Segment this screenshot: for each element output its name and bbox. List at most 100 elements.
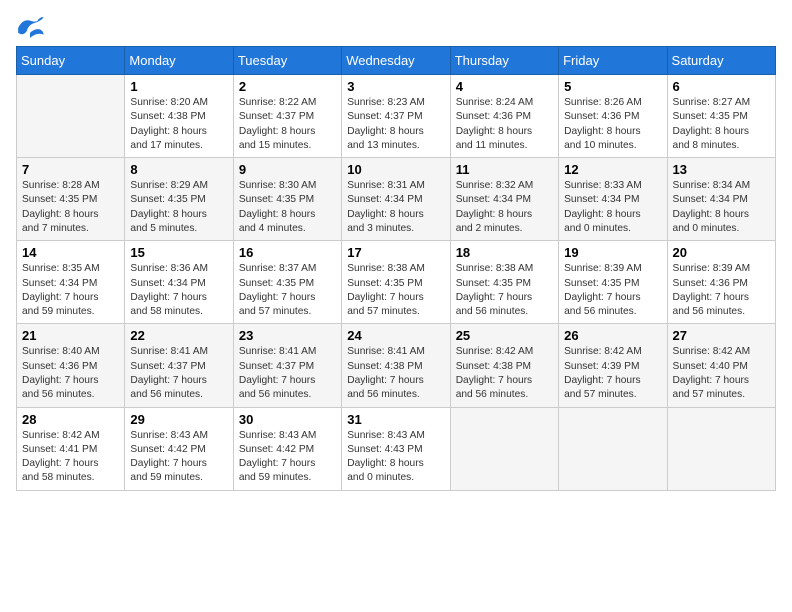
calendar-cell: 1Sunrise: 8:20 AMSunset: 4:38 PMDaylight… <box>125 75 233 158</box>
calendar-cell <box>559 407 667 490</box>
day-number: 3 <box>347 79 444 94</box>
calendar-table: SundayMondayTuesdayWednesdayThursdayFrid… <box>16 46 776 491</box>
day-info: Sunrise: 8:42 AMSunset: 4:40 PMDaylight:… <box>673 345 770 402</box>
day-number: 24 <box>347 328 444 343</box>
day-number: 29 <box>130 412 227 427</box>
calendar-cell: 18 Sunrise: 8:38 AMSunset: 4:35 PMDayligh… <box>450 241 558 324</box>
day-info: Sunrise: 8:29 AMSunset: 4:35 PMDaylight:… <box>130 179 227 236</box>
day-number: 7 <box>22 162 119 177</box>
day-of-week-header: Tuesday <box>233 47 341 75</box>
calendar-cell: 31Sunrise: 8:43 AMSunset: 4:43 PMDayligh… <box>342 407 450 490</box>
day-number: 8 <box>130 162 227 177</box>
calendar-cell: 23 Sunrise: 8:41 AMSunset: 4:37 PMDayligh… <box>233 324 341 407</box>
day-info: Sunrise: 8:38 AMSunset: 4:35 PMDaylight:… <box>456 262 553 319</box>
calendar-cell: 13 Sunrise: 8:34 AMSunset: 4:34 PMDayligh… <box>667 158 775 241</box>
calendar-cell: 28 Sunrise: 8:42 AMSunset: 4:41 PMDayligh… <box>17 407 125 490</box>
day-info: Sunrise: 8:24 AMSunset: 4:36 PMDaylight:… <box>456 96 553 153</box>
day-number: 19 <box>564 245 661 260</box>
calendar-cell <box>667 407 775 490</box>
calendar-header-row: SundayMondayTuesdayWednesdayThursdayFrid… <box>17 47 776 75</box>
calendar-cell <box>17 75 125 158</box>
calendar-cell: 15 Sunrise: 8:36 AMSunset: 4:34 PMDayligh… <box>125 241 233 324</box>
day-number: 14 <box>22 245 119 260</box>
day-info: Sunrise: 8:35 AMSunset: 4:34 PMDaylight:… <box>22 262 119 319</box>
calendar-cell: 30Sunrise: 8:43 AMSunset: 4:42 PMDayligh… <box>233 407 341 490</box>
day-number: 13 <box>673 162 770 177</box>
calendar-cell: 12 Sunrise: 8:33 AMSunset: 4:34 PMDayligh… <box>559 158 667 241</box>
day-info: Sunrise: 8:26 AMSunset: 4:36 PMDaylight:… <box>564 96 661 153</box>
day-number: 15 <box>130 245 227 260</box>
calendar-cell: 9Sunrise: 8:30 AMSunset: 4:35 PMDaylight… <box>233 158 341 241</box>
day-info: Sunrise: 8:23 AMSunset: 4:37 PMDaylight:… <box>347 96 444 153</box>
day-info: Sunrise: 8:33 AMSunset: 4:34 PMDaylight:… <box>564 179 661 236</box>
calendar-week-row: 14 Sunrise: 8:35 AMSunset: 4:34 PMDayligh… <box>17 241 776 324</box>
calendar-cell: 17 Sunrise: 8:38 AMSunset: 4:35 PMDayligh… <box>342 241 450 324</box>
day-info: Sunrise: 8:38 AMSunset: 4:35 PMDaylight:… <box>347 262 444 319</box>
calendar-cell: 24 Sunrise: 8:41 AMSunset: 4:38 PMDayligh… <box>342 324 450 407</box>
day-of-week-header: Wednesday <box>342 47 450 75</box>
calendar-cell: 29 Sunrise: 8:43 AMSunset: 4:42 PMDayligh… <box>125 407 233 490</box>
calendar-cell: 2 Sunrise: 8:22 AMSunset: 4:37 PMDaylight… <box>233 75 341 158</box>
calendar-cell: 16 Sunrise: 8:37 AMSunset: 4:35 PMDayligh… <box>233 241 341 324</box>
day-number: 9 <box>239 162 336 177</box>
calendar-week-row: 1Sunrise: 8:20 AMSunset: 4:38 PMDaylight… <box>17 75 776 158</box>
day-number: 2 <box>239 79 336 94</box>
logo-icon <box>16 16 44 38</box>
day-of-week-header: Sunday <box>17 47 125 75</box>
day-of-week-header: Monday <box>125 47 233 75</box>
day-number: 17 <box>347 245 444 260</box>
calendar-cell: 20Sunrise: 8:39 AMSunset: 4:36 PMDayligh… <box>667 241 775 324</box>
calendar-week-row: 21Sunrise: 8:40 AMSunset: 4:36 PMDayligh… <box>17 324 776 407</box>
day-number: 16 <box>239 245 336 260</box>
day-number: 10 <box>347 162 444 177</box>
day-number: 26 <box>564 328 661 343</box>
day-number: 28 <box>22 412 119 427</box>
day-of-week-header: Saturday <box>667 47 775 75</box>
page-header <box>16 16 776 38</box>
day-info: Sunrise: 8:22 AMSunset: 4:37 PMDaylight:… <box>239 96 336 153</box>
calendar-cell: 10 Sunrise: 8:31 AMSunset: 4:34 PMDayligh… <box>342 158 450 241</box>
day-info: Sunrise: 8:37 AMSunset: 4:35 PMDaylight:… <box>239 262 336 319</box>
day-number: 11 <box>456 162 553 177</box>
calendar-cell: 4 Sunrise: 8:24 AMSunset: 4:36 PMDaylight… <box>450 75 558 158</box>
day-info: Sunrise: 8:43 AMSunset: 4:43 PMDaylight:… <box>347 429 444 486</box>
day-number: 27 <box>673 328 770 343</box>
day-info: Sunrise: 8:42 AMSunset: 4:41 PMDaylight:… <box>22 429 119 486</box>
day-info: Sunrise: 8:41 AMSunset: 4:38 PMDaylight:… <box>347 345 444 402</box>
logo <box>16 16 48 38</box>
day-info: Sunrise: 8:34 AMSunset: 4:34 PMDaylight:… <box>673 179 770 236</box>
calendar-cell: 25Sunrise: 8:42 AMSunset: 4:38 PMDayligh… <box>450 324 558 407</box>
day-info: Sunrise: 8:27 AMSunset: 4:35 PMDaylight:… <box>673 96 770 153</box>
calendar-cell <box>450 407 558 490</box>
day-number: 5 <box>564 79 661 94</box>
day-of-week-header: Friday <box>559 47 667 75</box>
day-info: Sunrise: 8:39 AMSunset: 4:35 PMDaylight:… <box>564 262 661 319</box>
calendar-cell: 11 Sunrise: 8:32 AMSunset: 4:34 PMDayligh… <box>450 158 558 241</box>
day-info: Sunrise: 8:43 AMSunset: 4:42 PMDaylight:… <box>130 429 227 486</box>
day-info: Sunrise: 8:36 AMSunset: 4:34 PMDaylight:… <box>130 262 227 319</box>
calendar-cell: 27 Sunrise: 8:42 AMSunset: 4:40 PMDayligh… <box>667 324 775 407</box>
day-info: Sunrise: 8:20 AMSunset: 4:38 PMDaylight:… <box>130 96 227 153</box>
calendar-cell: 5 Sunrise: 8:26 AMSunset: 4:36 PMDaylight… <box>559 75 667 158</box>
calendar-cell: 6Sunrise: 8:27 AMSunset: 4:35 PMDaylight… <box>667 75 775 158</box>
day-info: Sunrise: 8:32 AMSunset: 4:34 PMDaylight:… <box>456 179 553 236</box>
day-number: 23 <box>239 328 336 343</box>
day-info: Sunrise: 8:41 AMSunset: 4:37 PMDaylight:… <box>239 345 336 402</box>
calendar-cell: 22 Sunrise: 8:41 AMSunset: 4:37 PMDayligh… <box>125 324 233 407</box>
day-info: Sunrise: 8:39 AMSunset: 4:36 PMDaylight:… <box>673 262 770 319</box>
day-number: 12 <box>564 162 661 177</box>
calendar-week-row: 28 Sunrise: 8:42 AMSunset: 4:41 PMDayligh… <box>17 407 776 490</box>
day-info: Sunrise: 8:31 AMSunset: 4:34 PMDaylight:… <box>347 179 444 236</box>
day-number: 18 <box>456 245 553 260</box>
calendar-week-row: 7Sunrise: 8:28 AMSunset: 4:35 PMDaylight… <box>17 158 776 241</box>
day-number: 4 <box>456 79 553 94</box>
calendar-cell: 3 Sunrise: 8:23 AMSunset: 4:37 PMDaylight… <box>342 75 450 158</box>
calendar-cell: 26Sunrise: 8:42 AMSunset: 4:39 PMDayligh… <box>559 324 667 407</box>
day-info: Sunrise: 8:41 AMSunset: 4:37 PMDaylight:… <box>130 345 227 402</box>
day-info: Sunrise: 8:40 AMSunset: 4:36 PMDaylight:… <box>22 345 119 402</box>
calendar-cell: 7Sunrise: 8:28 AMSunset: 4:35 PMDaylight… <box>17 158 125 241</box>
day-of-week-header: Thursday <box>450 47 558 75</box>
day-number: 22 <box>130 328 227 343</box>
day-info: Sunrise: 8:43 AMSunset: 4:42 PMDaylight:… <box>239 429 336 486</box>
calendar-cell: 21Sunrise: 8:40 AMSunset: 4:36 PMDayligh… <box>17 324 125 407</box>
